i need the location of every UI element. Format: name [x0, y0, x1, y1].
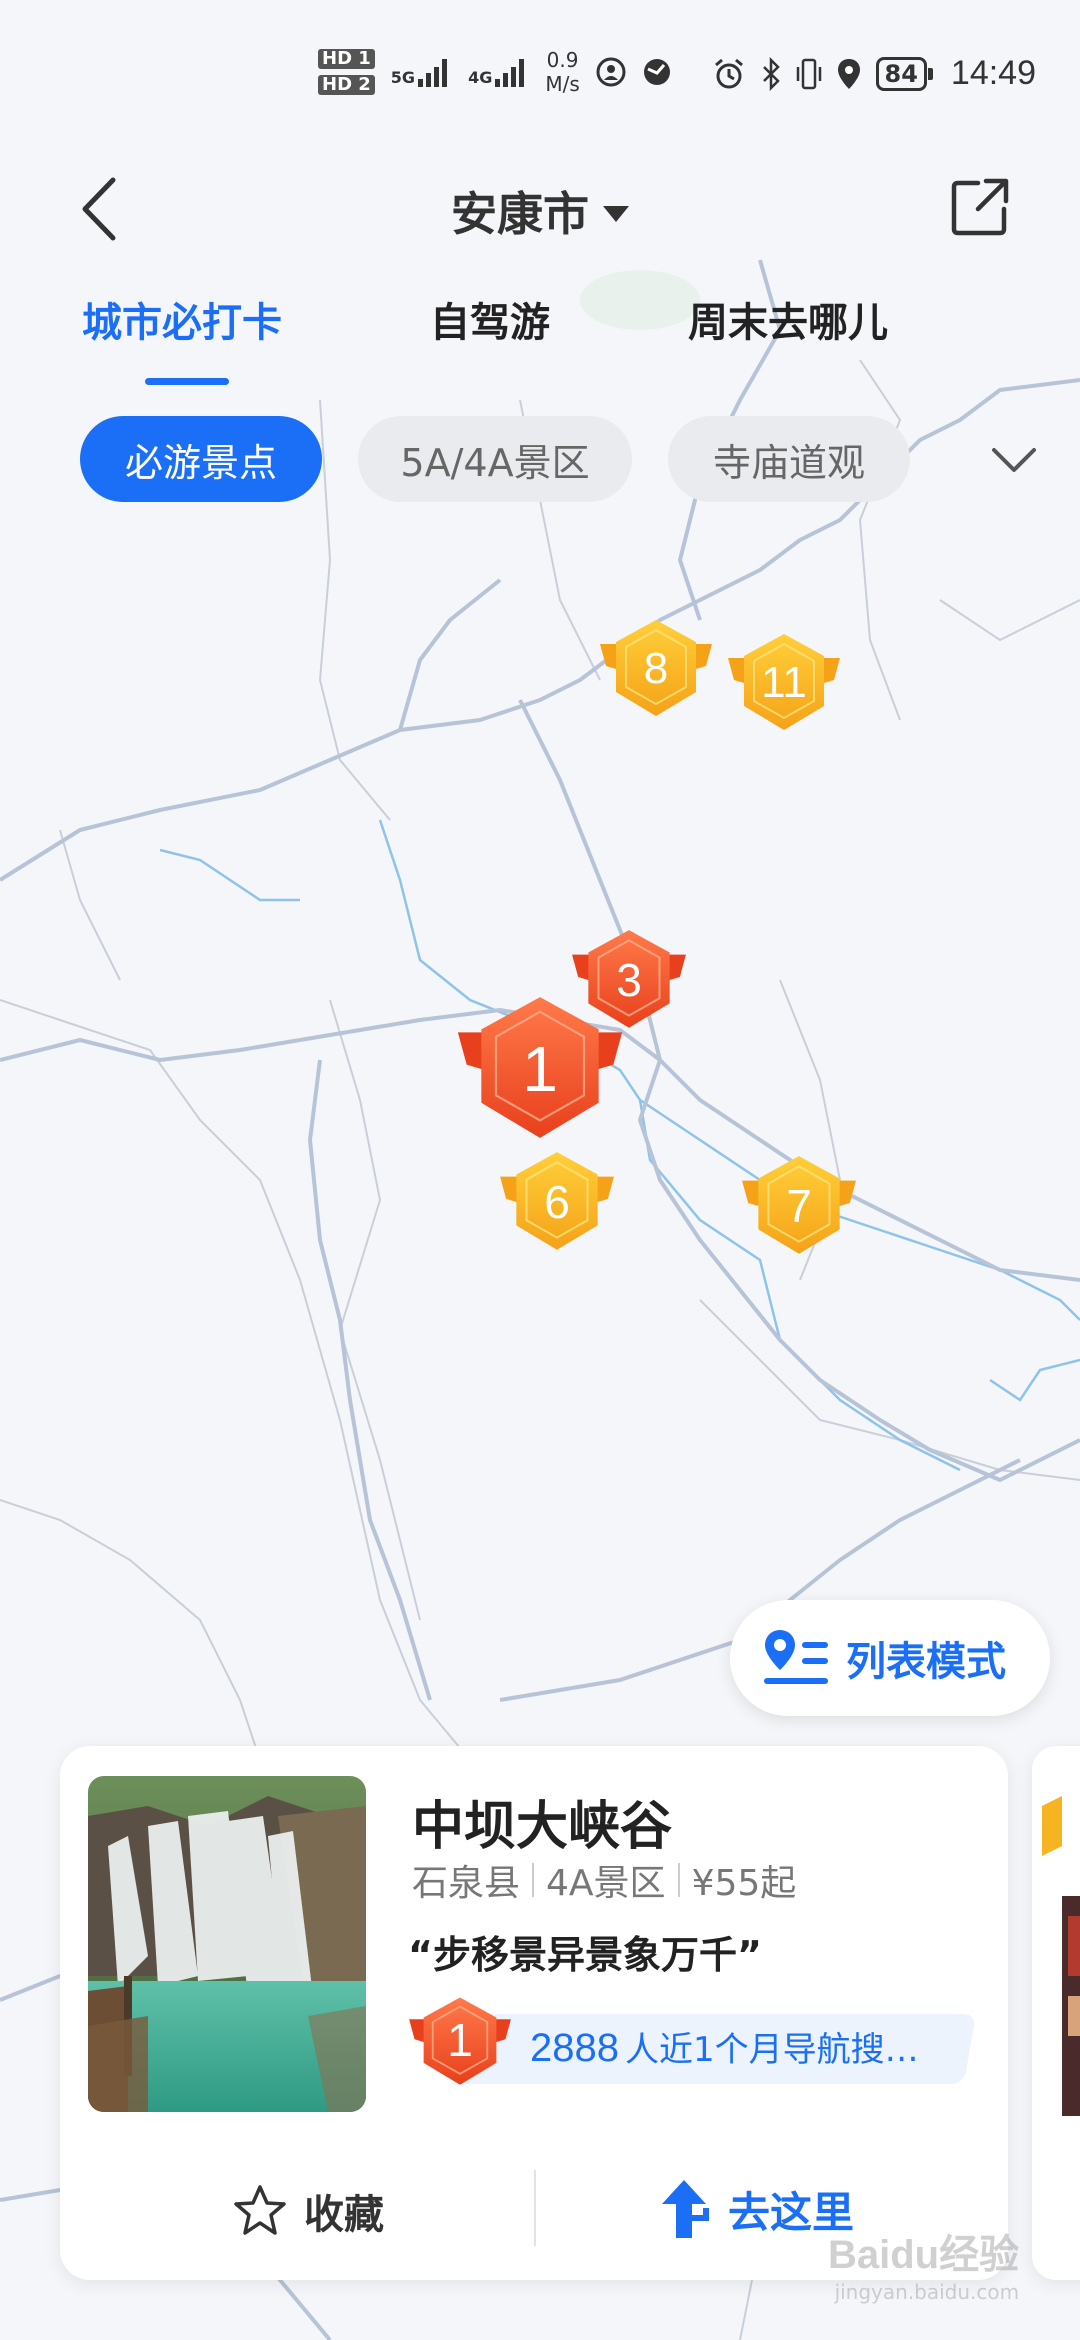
- speed-unit: M/s: [545, 72, 580, 96]
- marker-rank-label: 11: [761, 658, 807, 707]
- chip-must-visit-spots[interactable]: 必游景点: [80, 416, 322, 502]
- share-button[interactable]: [940, 162, 1020, 252]
- spot-meta: 石泉县 4A景区 ¥55起: [412, 1854, 796, 1906]
- spot-name: 中坝大峡谷: [412, 1797, 673, 1857]
- vibrate-icon: [796, 58, 821, 89]
- battery-indicator: 84: [875, 56, 934, 91]
- spot-price: ¥55起: [691, 1863, 797, 1904]
- tab-city-must-visit[interactable]: 城市必打卡: [82, 290, 282, 348]
- navigate-arrow-icon: [662, 2180, 709, 2238]
- spot-photo: [88, 1776, 366, 2112]
- list-location-icon: [764, 1630, 828, 1684]
- navigate-button[interactable]: 去这里: [658, 2178, 854, 2240]
- category-tabs: 城市必打卡 自驾游 周末去哪儿: [0, 290, 1080, 400]
- hd1-badge: HD 1: [318, 49, 375, 69]
- watermark-url: jingyan.baidu.com: [834, 2280, 1020, 2304]
- search-count: 2888: [530, 2026, 619, 2070]
- city-selector[interactable]: 安康市: [0, 178, 1080, 244]
- next-spot-card[interactable]: [1032, 1746, 1080, 2280]
- network-speed: 0.9 M/s: [545, 48, 579, 96]
- rank-badge-number: 1: [447, 2014, 473, 2066]
- favorite-label: 收藏: [304, 2192, 384, 2238]
- search-stat: 2888 人近1个月导航搜…: [530, 2022, 919, 2071]
- hd2-badge: HD 2: [318, 75, 375, 95]
- next-spot-photo: [1042, 1796, 1080, 2116]
- map-marker-rank-6[interactable]: 6: [496, 1146, 618, 1258]
- favorite-button[interactable]: 收藏: [232, 2182, 384, 2240]
- bluetooth-icon: [762, 56, 780, 91]
- list-mode-label: 列表模式: [846, 1639, 1006, 1685]
- city-title: 安康市: [451, 187, 589, 241]
- active-tab-indicator: [145, 378, 229, 385]
- speed-value: 0.9: [546, 48, 579, 72]
- baidu-watermark: Baidu经验 jingyan.baidu.com: [828, 2222, 1019, 2304]
- map-marker-rank-7[interactable]: 7: [738, 1150, 860, 1262]
- spot-level: 4A景区: [546, 1863, 666, 1904]
- list-mode-button[interactable]: 列表模式: [730, 1600, 1050, 1716]
- chevron-down-icon[interactable]: [986, 432, 1042, 488]
- marker-rank-label: 7: [786, 1180, 812, 1232]
- browser-icon: [643, 59, 670, 85]
- network-4g-label: 4G: [468, 68, 493, 87]
- hd-indicators: HD 1 HD 2: [318, 49, 375, 95]
- map-marker-rank-11[interactable]: 11: [724, 628, 844, 738]
- signal-5g-icon: 5G: [391, 57, 452, 87]
- signal-4g-icon: 4G: [468, 57, 529, 87]
- star-icon: [234, 2185, 286, 2235]
- caret-down-icon: [603, 205, 629, 222]
- app-header: 安康市: [0, 150, 1080, 280]
- map-marker-rank-1[interactable]: 1: [452, 988, 628, 1150]
- status-bar: HD 1 HD 2 5G 4G 0.9 M/s 84 14:49: [0, 0, 1080, 150]
- network-5g-label: 5G: [390, 68, 416, 87]
- map-marker-rank-8[interactable]: 8: [596, 614, 716, 724]
- marker-rank-label: 1: [522, 1033, 558, 1105]
- spot-quote: “步移景异景象万千”: [408, 1933, 762, 1977]
- spot-card[interactable]: 中坝大峡谷 石泉县 4A景区 ¥55起 “步移景异景象万千” 1 2888 人近1…: [60, 1746, 1008, 2280]
- alarm-icon: [714, 58, 743, 88]
- chip-5a-4a-scenic[interactable]: 5A/4A景区: [358, 416, 632, 502]
- search-text: 人近1个月导航搜…: [624, 2030, 919, 2070]
- tab-weekend-trips[interactable]: 周末去哪儿: [688, 290, 888, 348]
- filter-chips: 必游景点 5A/4A景区 寺庙道观: [0, 416, 1080, 502]
- marker-rank-label: 6: [544, 1176, 570, 1228]
- meta-divider: [677, 1863, 680, 1897]
- privacy-icon: [596, 57, 626, 87]
- share-icon: [951, 178, 1009, 236]
- waterfall-image: [88, 1776, 366, 2112]
- status-right: 84 14:49: [712, 54, 1036, 93]
- tab-self-drive[interactable]: 自驾游: [430, 290, 550, 348]
- actions-divider: [534, 2170, 536, 2246]
- location-icon: [837, 58, 860, 89]
- chip-temples[interactable]: 寺庙道观: [668, 416, 910, 502]
- rank-search-bar: 1 2888 人近1个月导航搜…: [400, 1992, 980, 2090]
- watermark-logo: Baidu经验: [828, 2233, 1020, 2277]
- clock-time: 14:49: [950, 54, 1036, 92]
- status-left: HD 1 HD 2 5G 4G 0.9 M/s: [318, 48, 672, 96]
- spot-county: 石泉县: [412, 1863, 521, 1904]
- meta-divider: [532, 1863, 535, 1897]
- marker-rank-label: 8: [643, 644, 669, 693]
